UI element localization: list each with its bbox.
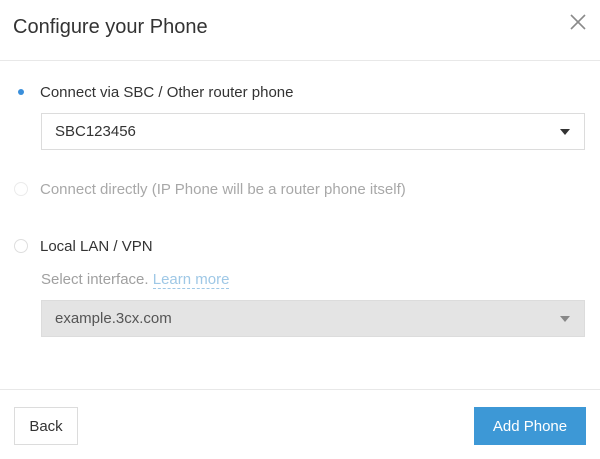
learn-more-link[interactable]: Learn more (152, 271, 230, 289)
dialog-title: Configure your Phone (13, 16, 208, 38)
back-button[interactable]: Back (14, 407, 78, 445)
radio-option-sbc[interactable]: Connect via SBC / Other router phone (14, 82, 293, 102)
radio-direct[interactable] (14, 182, 28, 196)
radio-lan-label: Local LAN / VPN (40, 237, 153, 255)
radio-sbc-label: Connect via SBC / Other router phone (40, 83, 294, 101)
radio-sbc[interactable] (14, 85, 28, 99)
sbc-select[interactable]: SBC123456 (41, 113, 585, 150)
radio-lan[interactable] (14, 239, 28, 253)
close-icon[interactable] (568, 12, 588, 32)
configure-phone-dialog: Configure your Phone Connect via SBC / O… (0, 0, 600, 459)
radio-option-direct[interactable]: Connect directly (IP Phone will be a rou… (14, 179, 406, 199)
interface-select[interactable]: example.3cx.com (41, 300, 585, 337)
chevron-down-icon (560, 316, 570, 322)
helper-text: Select interface. (41, 271, 149, 288)
radio-option-lan[interactable]: Local LAN / VPN (14, 236, 153, 256)
radio-direct-label: Connect directly (IP Phone will be a rou… (40, 180, 406, 198)
dialog-footer: Back Add Phone (0, 389, 600, 459)
select-interface-helper: Select interface. Learn more (41, 271, 230, 289)
sbc-select-value: SBC123456 (55, 123, 136, 140)
dialog-header: Configure your Phone (0, 0, 600, 61)
add-phone-button[interactable]: Add Phone (474, 407, 586, 445)
interface-select-value: example.3cx.com (55, 310, 172, 327)
chevron-down-icon (560, 129, 570, 135)
